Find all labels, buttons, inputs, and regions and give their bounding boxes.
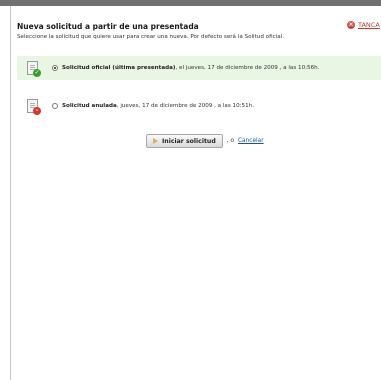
play-icon — [153, 138, 158, 144]
actions-separator: , o — [226, 138, 234, 144]
new-request-dialog: Nueva solicitud a partir de una presenta… — [11, 6, 381, 380]
radio-cancelled-request[interactable] — [52, 103, 58, 109]
start-request-label: Iniciar solicitud — [162, 137, 216, 145]
option-official-request[interactable]: ✓ Solicitud oficial (última presentada),… — [17, 56, 381, 80]
option-cancelled-title: Solicitud anulada — [62, 103, 117, 109]
option-official-date: , el jueves, 17 de diciembre de 2009 , a… — [175, 65, 320, 71]
option-cancelled-request[interactable]: – Solicitud anulada, jueves, 17 de dicie… — [17, 94, 381, 118]
close-icon[interactable]: × — [347, 21, 355, 29]
cancel-link[interactable]: Cancelar — [238, 138, 264, 144]
option-official-label[interactable]: Solicitud oficial (última presentada), e… — [62, 65, 319, 71]
document-cancelled-icon: – — [27, 99, 41, 115]
option-cancelled-label[interactable]: Solicitud anulada, jueves, 17 de diciemb… — [62, 103, 254, 109]
dialog-subtitle: Seleccione la solicitud que quiere usar … — [17, 34, 285, 40]
minus-badge-icon: – — [33, 107, 41, 115]
option-cancelled-date: , jueves, 17 de diciembre de 2009 , a la… — [116, 103, 254, 109]
dialog-actions: Iniciar solicitud , o Cancelar — [146, 134, 264, 148]
option-official-title: Solicitud oficial (última presentada) — [62, 65, 176, 71]
close-dialog-label[interactable]: TANCA — [358, 21, 380, 29]
dialog-title: Nueva solicitud a partir de una presenta… — [17, 22, 199, 31]
close-dialog-link[interactable]: × TANCA — [347, 21, 380, 29]
check-badge-icon: ✓ — [33, 69, 41, 77]
radio-official-request[interactable] — [52, 65, 58, 71]
start-request-button[interactable]: Iniciar solicitud — [146, 134, 223, 148]
document-ok-icon: ✓ — [27, 61, 41, 77]
